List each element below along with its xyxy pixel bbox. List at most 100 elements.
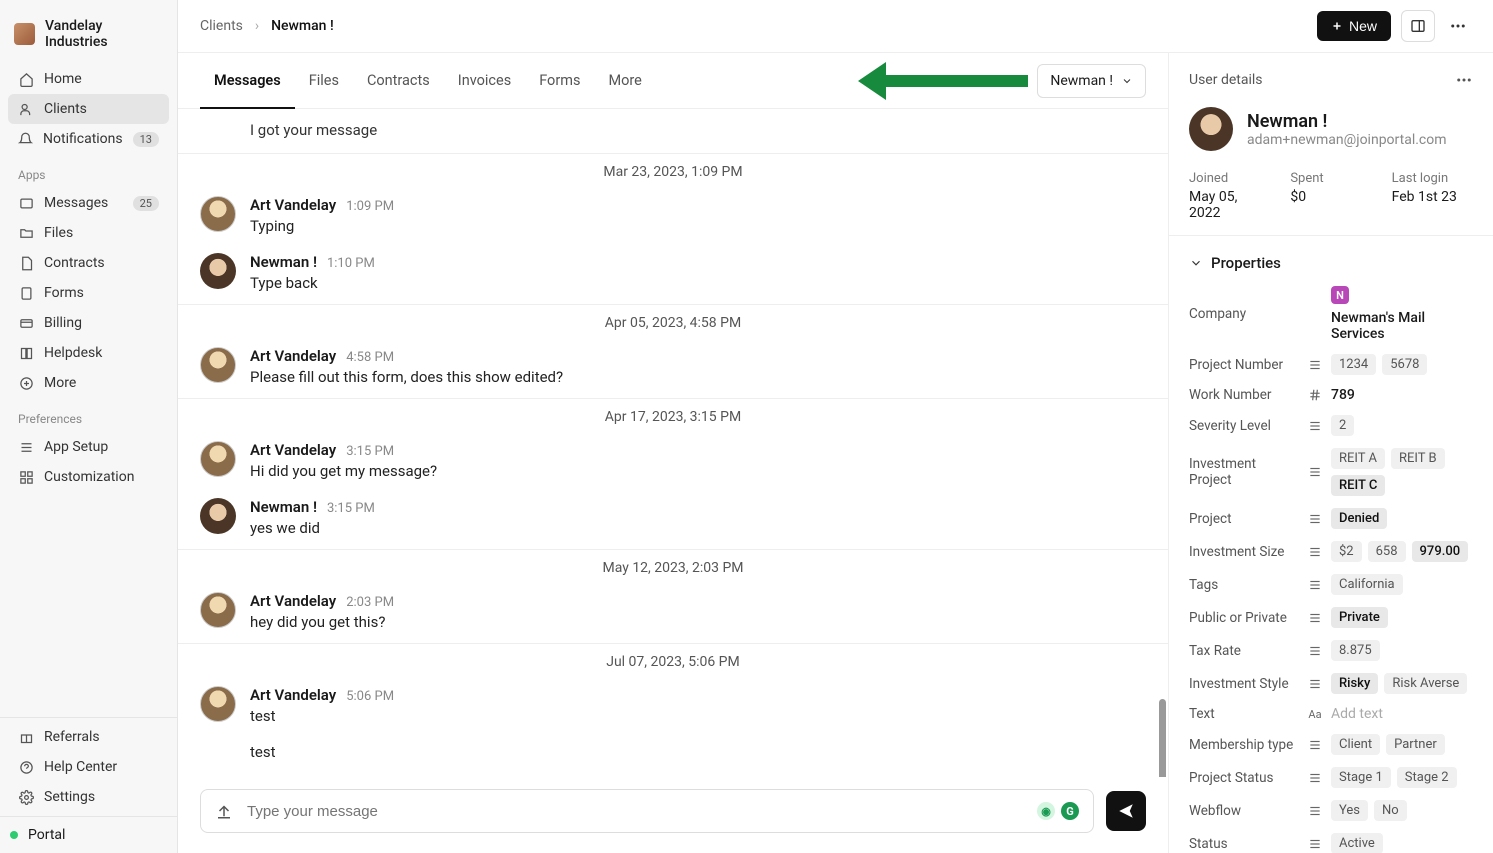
gear-icon: [18, 789, 34, 805]
stat-label: Spent: [1290, 171, 1371, 186]
send-button[interactable]: [1106, 791, 1146, 831]
property-label: Company: [1189, 306, 1299, 322]
property-value[interactable]: 789: [1331, 387, 1355, 403]
property-chip[interactable]: Denied: [1331, 508, 1387, 529]
client-dropdown-label: Newman !: [1050, 73, 1113, 89]
property-chip[interactable]: $2: [1331, 541, 1362, 562]
upload-icon[interactable]: [215, 802, 233, 820]
property-chip[interactable]: 1234: [1331, 354, 1376, 375]
property-type-icon: [1307, 771, 1323, 785]
brand[interactable]: Vandelay Industries: [8, 8, 169, 64]
avatar: [200, 347, 236, 383]
grammarly-icon[interactable]: G: [1061, 802, 1079, 820]
chevron-right-icon: ›: [255, 18, 259, 34]
property-value[interactable]: Newman's Mail Services: [1331, 310, 1473, 342]
grammarly-icon[interactable]: ◉: [1037, 802, 1055, 820]
message-text: Type back: [250, 274, 1146, 292]
property-type-icon: [1307, 611, 1323, 625]
property-label: Text: [1189, 706, 1299, 722]
client-dropdown[interactable]: Newman !: [1037, 64, 1146, 98]
property-chip[interactable]: California: [1331, 574, 1403, 595]
tab-forms[interactable]: Forms: [525, 54, 594, 107]
property-chip[interactable]: Risky: [1331, 673, 1378, 694]
property-row: Tags California: [1169, 568, 1493, 601]
sidebar-item-customization[interactable]: Customization: [8, 462, 169, 492]
property-chip[interactable]: REIT A: [1331, 448, 1385, 469]
sidebar-item-clients[interactable]: Clients: [8, 94, 169, 124]
property-chip[interactable]: 8.875: [1331, 640, 1380, 661]
sidebar-item-more[interactable]: More: [8, 368, 169, 398]
sidebar-item-contracts[interactable]: Contracts: [8, 248, 169, 278]
panel-toggle-button[interactable]: [1401, 10, 1435, 42]
clipboard-icon: [18, 285, 34, 301]
details-panel: User details Newman ! adam+newman@joinpo…: [1169, 53, 1493, 853]
details-header-title: User details: [1189, 72, 1263, 88]
sidebar-item-forms[interactable]: Forms: [8, 278, 169, 308]
tab-files[interactable]: Files: [295, 54, 353, 107]
message-row: Art Vandelay 5:06 PM test test test: [178, 680, 1168, 777]
users-icon: [18, 101, 34, 117]
property-chip[interactable]: Partner: [1386, 734, 1445, 755]
more-menu-button[interactable]: [1445, 13, 1471, 39]
property-placeholder[interactable]: Add text: [1331, 706, 1383, 722]
section-label-prefs: Preferences: [8, 398, 169, 432]
sidebar-item-files[interactable]: Files: [8, 218, 169, 248]
notifications-badge: 13: [133, 132, 159, 147]
sidebar-item-helpdesk[interactable]: Helpdesk: [8, 338, 169, 368]
sidebar-item-notifications[interactable]: Notifications 13: [8, 124, 169, 154]
property-chip[interactable]: 5678: [1382, 354, 1427, 375]
sidebar-item-messages[interactable]: Messages 25: [8, 188, 169, 218]
property-chip[interactable]: Active: [1331, 833, 1383, 853]
sidebar-item-appsetup[interactable]: App Setup: [8, 432, 169, 462]
sidebar-item-referrals[interactable]: Referrals: [8, 722, 169, 752]
scrollbar-thumb[interactable]: [1159, 699, 1166, 777]
tab-invoices[interactable]: Invoices: [444, 54, 525, 107]
sidebar-item-label: Customization: [44, 469, 159, 485]
tab-contracts[interactable]: Contracts: [353, 54, 444, 107]
sidebar-item-label: Home: [44, 71, 159, 87]
new-button[interactable]: New: [1317, 11, 1391, 41]
sidebar-item-helpcenter[interactable]: Help Center: [8, 752, 169, 782]
message-input[interactable]: [247, 803, 1023, 820]
property-chip[interactable]: Stage 2: [1397, 767, 1457, 788]
property-chip[interactable]: 979.00: [1412, 541, 1469, 562]
message-time: 3:15 PM: [346, 444, 394, 459]
sidebar-item-label: Messages: [44, 195, 123, 211]
portal-status[interactable]: Portal: [0, 816, 177, 853]
property-label: Tax Rate: [1189, 643, 1299, 659]
message-row: Newman ! 1:10 PM Type back: [178, 247, 1168, 304]
property-type-icon: [1307, 804, 1323, 818]
details-more-icon[interactable]: [1455, 71, 1473, 89]
property-chip[interactable]: Stage 1: [1331, 767, 1391, 788]
property-chip[interactable]: Risk Averse: [1384, 673, 1467, 694]
sidebar-item-label: Referrals: [44, 729, 159, 745]
property-chip[interactable]: 658: [1368, 541, 1406, 562]
client-email: adam+newman@joinportal.com: [1247, 132, 1447, 148]
property-chip[interactable]: No: [1374, 800, 1407, 821]
avatar: [200, 196, 236, 232]
sidebar-item-label: Helpdesk: [44, 345, 159, 361]
properties-toggle[interactable]: Properties: [1169, 236, 1493, 280]
property-chip[interactable]: Private: [1331, 607, 1388, 628]
sidebar-item-billing[interactable]: Billing: [8, 308, 169, 338]
property-chip[interactable]: 2: [1331, 415, 1354, 436]
chevron-down-icon: [1189, 256, 1203, 270]
property-chip[interactable]: Yes: [1331, 800, 1368, 821]
message-author: Art Vandelay: [250, 592, 336, 610]
property-label: Investment Style: [1189, 676, 1299, 692]
message-row: Art Vandelay 2:03 PM hey did you get thi…: [178, 586, 1168, 643]
property-chip[interactable]: Client: [1331, 734, 1380, 755]
message-time: 3:15 PM: [327, 501, 375, 516]
sidebar-item-home[interactable]: Home: [8, 64, 169, 94]
property-chip[interactable]: REIT B: [1391, 448, 1445, 469]
messages-scroll[interactable]: I got your message Mar 23, 2023, 1:09 PM…: [178, 109, 1168, 777]
property-row: Project Status Stage 1Stage 2: [1169, 761, 1493, 794]
tab-messages[interactable]: Messages: [200, 54, 295, 109]
property-type-icon: [1307, 358, 1323, 372]
tab-more[interactable]: More: [594, 54, 655, 107]
property-chip[interactable]: REIT C: [1331, 475, 1385, 496]
message-text: Typing: [250, 217, 1146, 235]
breadcrumb-root[interactable]: Clients: [200, 18, 243, 34]
property-label: Status: [1189, 836, 1299, 852]
sidebar-item-settings[interactable]: Settings: [8, 782, 169, 812]
